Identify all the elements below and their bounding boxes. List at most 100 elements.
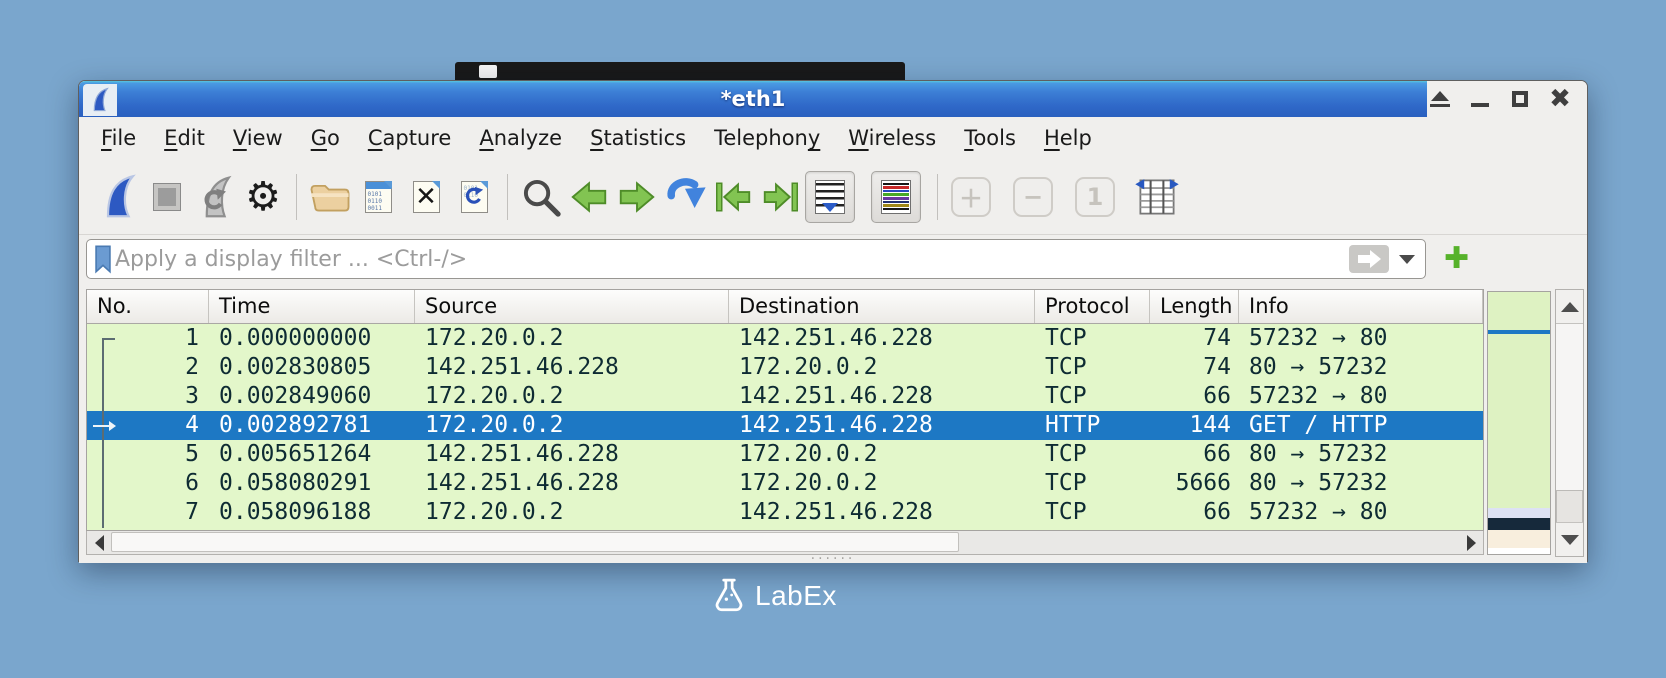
- previous-packet-button[interactable]: [565, 171, 613, 223]
- stop-capture-button[interactable]: [143, 171, 191, 223]
- filter-bar: ✚: [79, 235, 1587, 283]
- find-packet-button[interactable]: [517, 171, 565, 223]
- zoom-100-button[interactable]: 1: [1071, 171, 1119, 223]
- close-button[interactable]: ✖: [1547, 86, 1573, 112]
- maximize-button[interactable]: [1507, 86, 1533, 112]
- column-header-protocol[interactable]: Protocol: [1035, 290, 1150, 323]
- menu-go[interactable]: Go: [297, 123, 354, 153]
- title-bar[interactable]: *eth1 ✖: [79, 81, 1587, 117]
- column-header-length[interactable]: Length: [1150, 290, 1239, 323]
- filter-bookmark-icon[interactable]: [91, 244, 115, 274]
- last-packet-button[interactable]: [757, 171, 805, 223]
- menu-view[interactable]: View: [219, 123, 297, 153]
- filter-input[interactable]: [115, 246, 1349, 272]
- shade-button[interactable]: [1427, 86, 1453, 112]
- filter-dropdown-caret[interactable]: [1399, 254, 1415, 264]
- cell-protocol: TCP: [1045, 441, 1087, 467]
- packet-row[interactable]: 6 0.058080291 142.251.46.228 172.20.0.2 …: [87, 469, 1483, 498]
- resize-columns-button[interactable]: [1133, 171, 1181, 223]
- cell-no: 6: [185, 470, 199, 496]
- capture-options-button[interactable]: ⚙: [239, 171, 287, 223]
- packet-list-header: No. Time Source Destination Protocol Length In…: [87, 290, 1483, 324]
- cell-destination: 172.20.0.2: [739, 441, 878, 467]
- menu-statistics[interactable]: Statistics: [576, 123, 700, 153]
- close-file-button[interactable]: ✕: [402, 171, 450, 223]
- packet-row[interactable]: 5 0.005651264 142.251.46.228 172.20.0.2 …: [87, 440, 1483, 469]
- packet-row[interactable]: 3 0.002849060 172.20.0.2 142.251.46.228 …: [87, 382, 1483, 411]
- packet-minimap-scrollbar[interactable]: [1487, 291, 1551, 555]
- labex-flask-icon: [715, 578, 743, 612]
- packet-rows: 1 0.000000000 172.20.0.2 142.251.46.228 …: [87, 324, 1483, 528]
- cell-time: 0.002830805: [219, 354, 372, 380]
- next-packet-button[interactable]: [613, 171, 661, 223]
- scroll-right-button[interactable]: [1459, 531, 1483, 554]
- colorize-toggle[interactable]: [871, 170, 921, 223]
- add-filter-button[interactable]: ✚: [1444, 244, 1469, 274]
- column-header-source[interactable]: Source: [415, 290, 729, 323]
- reload-file-icon: 0101 0110: [460, 180, 488, 213]
- zoom-out-button[interactable]: −: [1009, 171, 1057, 223]
- cell-source: 172.20.0.2: [425, 499, 564, 525]
- cell-destination: 172.20.0.2: [739, 354, 878, 380]
- open-file-button[interactable]: [306, 171, 354, 223]
- go-to-packet-button[interactable]: [661, 171, 709, 223]
- display-filter-field[interactable]: [86, 239, 1426, 279]
- menu-capture[interactable]: Capture: [354, 123, 466, 153]
- save-file-button[interactable]: 0101 0110 0011: [354, 171, 402, 223]
- background-window-titlebar: [455, 62, 905, 81]
- column-header-destination[interactable]: Destination: [729, 290, 1035, 323]
- column-header-time[interactable]: Time: [209, 290, 415, 323]
- selected-packet-arrow-head: [109, 421, 116, 431]
- menu-help[interactable]: Help: [1030, 123, 1106, 153]
- menu-wireless[interactable]: Wireless: [834, 123, 950, 153]
- reload-file-button[interactable]: 0101 0110: [450, 171, 498, 223]
- scroll-left-button[interactable]: [87, 531, 111, 554]
- toolbar-separator: [296, 173, 297, 220]
- search-icon: [523, 179, 561, 217]
- packet-row[interactable]: 4 0.002892781 172.20.0.2 142.251.46.228 …: [87, 411, 1483, 440]
- horizontal-scrollbar-thumb[interactable]: [111, 532, 959, 552]
- column-header-info[interactable]: Info: [1239, 290, 1483, 323]
- arrow-first-icon: [716, 181, 751, 212]
- horizontal-scrollbar[interactable]: [86, 531, 1484, 555]
- apply-filter-button[interactable]: [1349, 245, 1389, 273]
- restart-capture-button[interactable]: [191, 171, 239, 223]
- menu-tools[interactable]: Tools: [950, 123, 1030, 153]
- menu-edit[interactable]: Edit: [150, 123, 219, 153]
- labex-brand-text: LabEx: [755, 580, 837, 611]
- packet-row[interactable]: 7 0.058096188 172.20.0.2 142.251.46.228 …: [87, 498, 1483, 527]
- resize-columns-icon: [1135, 178, 1179, 215]
- vertical-scrollbar[interactable]: [1555, 289, 1584, 557]
- maximize-icon: [1512, 91, 1528, 107]
- cell-no: 3: [185, 383, 199, 409]
- cell-protocol: TCP: [1045, 470, 1087, 496]
- minimap-band-navy: [1488, 518, 1550, 530]
- cell-time: 0.000000000: [219, 325, 372, 351]
- start-capture-button[interactable]: [95, 171, 143, 223]
- minimize-icon: [1471, 103, 1489, 107]
- packet-list: No. Time Source Destination Protocol Length In…: [86, 289, 1484, 531]
- first-packet-button[interactable]: [709, 171, 757, 223]
- packet-row[interactable]: 2 0.002830805 142.251.46.228 172.20.0.2 …: [87, 353, 1483, 382]
- scroll-up-button[interactable]: [1556, 290, 1583, 324]
- vertical-scrollbar-thumb[interactable]: [1556, 490, 1583, 524]
- colorize-icon: [881, 179, 911, 214]
- auto-scroll-toggle[interactable]: [805, 170, 855, 223]
- wireshark-window: *eth1 ✖ File Edit View Go Capture Analyze Stat…: [78, 80, 1588, 566]
- cell-info: 80 → 57232: [1249, 470, 1388, 496]
- minimize-button[interactable]: [1467, 86, 1493, 112]
- menu-bar: File Edit View Go Capture Analyze Statistics Te…: [79, 117, 1587, 159]
- menu-analyze[interactable]: Analyze: [465, 123, 576, 153]
- window-resize-grip[interactable]: ······: [79, 552, 1587, 566]
- scroll-down-button[interactable]: [1556, 522, 1583, 556]
- column-header-no[interactable]: No.: [87, 290, 209, 323]
- packet-row[interactable]: 1 0.000000000 172.20.0.2 142.251.46.228 …: [87, 324, 1483, 353]
- menu-telephony[interactable]: Telephony: [700, 123, 834, 153]
- zoom-in-button[interactable]: ＋: [947, 171, 995, 223]
- apply-arrow-icon: [1357, 255, 1370, 263]
- menu-file[interactable]: File: [87, 123, 150, 153]
- cell-info: 57232 → 80: [1249, 383, 1388, 409]
- cell-time: 0.002892781: [219, 412, 372, 438]
- cell-info: 57232 → 80: [1249, 499, 1388, 525]
- minimap-band-lavender: [1488, 508, 1550, 518]
